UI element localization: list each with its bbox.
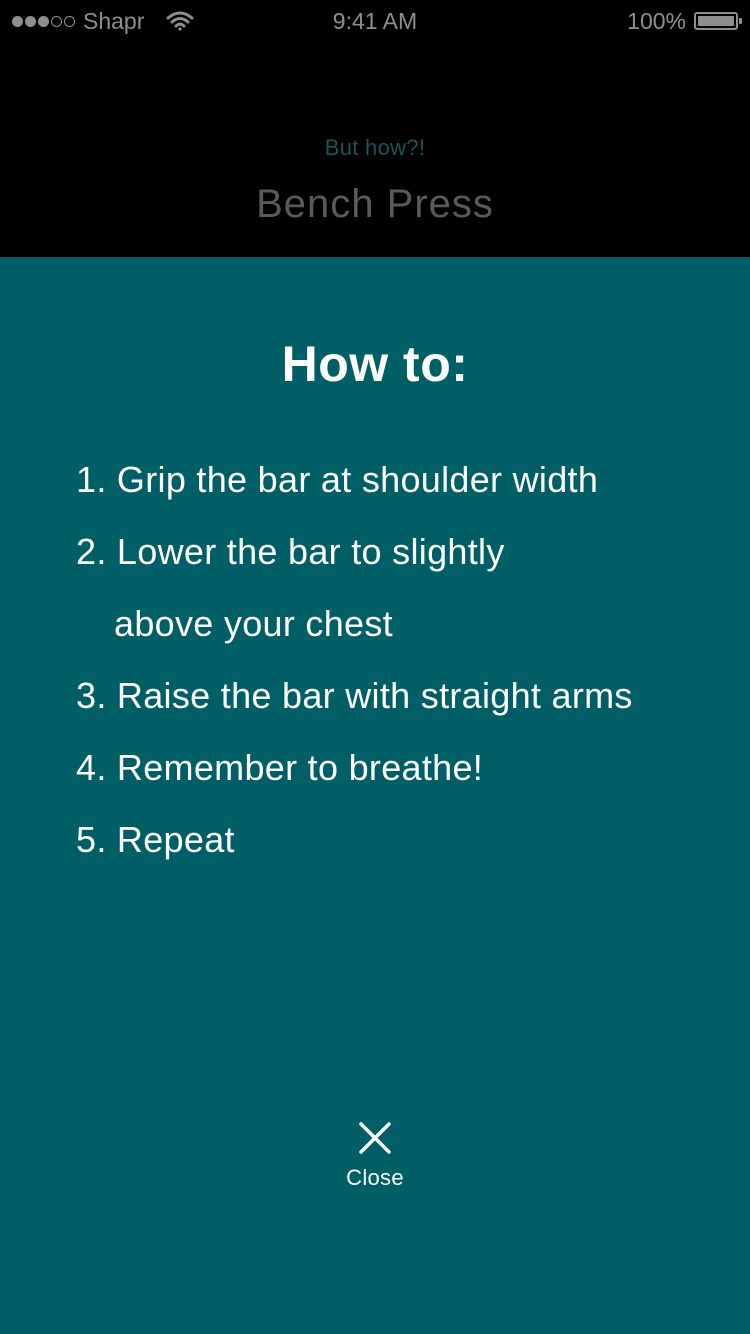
panel-title: How to: bbox=[281, 336, 469, 392]
exercise-title: Bench Press bbox=[256, 182, 494, 226]
how-to-panel: How to: 1. Grip the bar at shoulder widt… bbox=[0, 257, 750, 1334]
battery-tip bbox=[739, 18, 742, 24]
instruction-step: 1. Grip the bar at shoulder width bbox=[76, 459, 599, 500]
battery-icon bbox=[694, 12, 742, 30]
close-icon bbox=[359, 1122, 391, 1154]
instruction-step: 5. Repeat bbox=[76, 819, 235, 860]
close-label: Close bbox=[346, 1165, 404, 1190]
status-bar: Shapr 9:41 AM 100% bbox=[0, 0, 750, 42]
screen: Shapr 9:41 AM 100% But how?! Bench Press… bbox=[0, 0, 750, 1334]
close-button[interactable]: Close bbox=[315, 1121, 435, 1221]
instruction-step: 2. Lower the bar to slightly bbox=[76, 531, 505, 572]
instruction-step: 3. Raise the bar with straight arms bbox=[76, 675, 633, 716]
instruction-step-continuation: above your chest bbox=[114, 603, 393, 644]
header: But how?! Bench Press bbox=[0, 42, 750, 257]
instruction-step: 4. Remember to breathe! bbox=[76, 747, 484, 788]
header-subtitle: But how?! bbox=[324, 135, 426, 160]
battery-fill bbox=[698, 16, 734, 26]
instruction-list: 1. Grip the bar at shoulder width 2. Low… bbox=[76, 444, 716, 876]
status-right: 100% bbox=[627, 8, 742, 34]
battery-percentage: 100% bbox=[627, 8, 686, 34]
